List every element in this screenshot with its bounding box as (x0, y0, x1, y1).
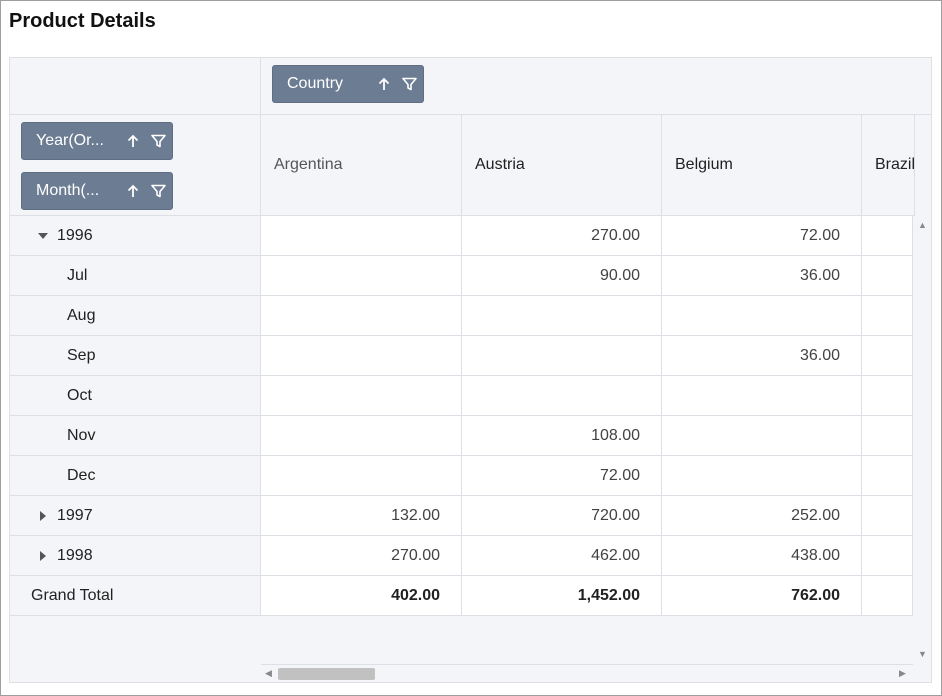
value-cell[interactable] (662, 416, 862, 456)
row-header: 1996 (10, 216, 261, 256)
value-cell[interactable] (261, 456, 462, 496)
column-header-belgium[interactable]: Belgium (662, 115, 862, 216)
value-cell[interactable]: 132.00 (261, 496, 462, 536)
value-cell-brazil[interactable] (862, 496, 913, 536)
value-cell[interactable] (462, 336, 662, 376)
grand-total-cell[interactable]: 402.00 (261, 576, 462, 616)
month-field-button[interactable]: Month(... (21, 172, 173, 210)
vertical-scrollbar[interactable]: ▲ ▼ (913, 216, 931, 664)
value-cell-brazil[interactable] (862, 456, 913, 496)
sort-ascending-icon[interactable] (122, 130, 144, 152)
value-cell[interactable] (662, 456, 862, 496)
value-cell[interactable]: 72.00 (662, 216, 862, 256)
value-cell[interactable] (662, 296, 862, 336)
pivot-table: Country Year(Or... Month(... Argentina A… (9, 57, 932, 683)
country-field-label: Country (287, 75, 344, 92)
row-header: Oct (10, 376, 261, 416)
scroll-left-arrow-icon[interactable]: ◀ (265, 669, 272, 678)
value-cell-brazil[interactable] (862, 296, 913, 336)
row-header-label: 1996 (57, 226, 93, 244)
row-header: 1998 (10, 536, 261, 576)
value-cell-brazil[interactable] (862, 216, 913, 256)
row-header: Jul (10, 256, 261, 296)
year-field-button[interactable]: Year(Or... (21, 122, 173, 160)
value-cell[interactable]: 270.00 (261, 536, 462, 576)
sort-ascending-icon[interactable] (122, 180, 144, 202)
row-header-label: 1997 (57, 506, 93, 524)
value-cell-brazil[interactable] (862, 536, 913, 576)
row-header: Aug (10, 296, 261, 336)
value-cell[interactable]: 90.00 (462, 256, 662, 296)
value-cell[interactable] (261, 256, 462, 296)
collapse-icon[interactable] (37, 230, 49, 242)
value-cell[interactable] (462, 376, 662, 416)
corner-cell (10, 58, 261, 115)
grand-total-cell[interactable]: 1,452.00 (462, 576, 662, 616)
sort-ascending-icon[interactable] (373, 73, 395, 95)
row-header-label: Aug (67, 306, 96, 324)
value-cell-brazil[interactable] (862, 576, 913, 616)
value-cell[interactable] (261, 376, 462, 416)
value-cell[interactable]: 36.00 (662, 256, 862, 296)
filter-icon[interactable] (398, 73, 420, 95)
row-header-label: 1998 (57, 546, 93, 564)
value-cell[interactable] (261, 296, 462, 336)
horizontal-scrollbar[interactable]: ◀ ▶ (261, 664, 913, 682)
value-cell[interactable]: 252.00 (662, 496, 862, 536)
grand-total-cell[interactable]: 762.00 (662, 576, 862, 616)
column-header-austria[interactable]: Austria (462, 115, 662, 216)
value-cell[interactable]: 72.00 (462, 456, 662, 496)
scroll-down-arrow-icon[interactable]: ▼ (918, 650, 927, 659)
value-cell-brazil[interactable] (862, 336, 913, 376)
row-header-label: Grand Total (31, 586, 114, 604)
value-cell[interactable] (261, 216, 462, 256)
value-cell-brazil[interactable] (862, 376, 913, 416)
value-cell[interactable]: 270.00 (462, 216, 662, 256)
expand-icon[interactable] (37, 510, 49, 522)
row-header: 1997 (10, 496, 261, 536)
value-cell[interactable] (662, 376, 862, 416)
row-header: Dec (10, 456, 261, 496)
scroll-up-arrow-icon[interactable]: ▲ (918, 221, 927, 230)
value-cell[interactable] (261, 336, 462, 376)
row-header-label: Dec (67, 466, 96, 484)
row-header-label: Oct (67, 386, 92, 404)
filter-icon[interactable] (147, 180, 169, 202)
year-field-label: Year(Or... (36, 132, 104, 149)
value-cell[interactable]: 108.00 (462, 416, 662, 456)
month-field-label: Month(... (36, 182, 100, 199)
value-cell[interactable] (462, 296, 662, 336)
value-cell-brazil[interactable] (862, 416, 913, 456)
country-field-button[interactable]: Country (272, 65, 424, 103)
value-cell[interactable]: 438.00 (662, 536, 862, 576)
row-header: Nov (10, 416, 261, 456)
value-cell[interactable]: 720.00 (462, 496, 662, 536)
column-header-brazil[interactable]: Brazil (862, 115, 915, 216)
scroll-right-arrow-icon[interactable]: ▶ (899, 669, 906, 678)
value-cell-brazil[interactable] (862, 256, 913, 296)
row-header-label: Jul (67, 266, 88, 284)
page-title: Product Details (9, 10, 156, 32)
value-cell[interactable] (261, 416, 462, 456)
row-header-label: Sep (67, 346, 96, 364)
grand-total-row-header: Grand Total (10, 576, 261, 616)
value-cell[interactable]: 462.00 (462, 536, 662, 576)
value-cell[interactable]: 36.00 (662, 336, 862, 376)
filter-icon[interactable] (147, 130, 169, 152)
row-header-label: Nov (67, 426, 96, 444)
expand-icon[interactable] (37, 550, 49, 562)
horizontal-scroll-thumb[interactable] (278, 668, 375, 680)
column-header-argentina[interactable]: Argentina (261, 115, 462, 216)
row-header: Sep (10, 336, 261, 376)
